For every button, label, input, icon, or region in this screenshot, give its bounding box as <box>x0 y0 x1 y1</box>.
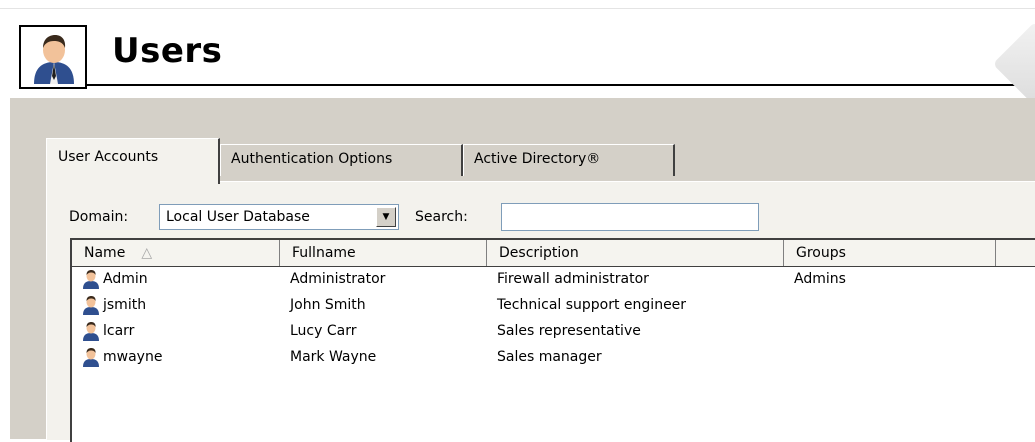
cell-fullname: John Smith <box>290 297 366 313</box>
tab-active-directory[interactable]: Active Directory® <box>463 144 675 176</box>
column-header-name[interactable]: Name △ <box>72 240 280 266</box>
cell-groups: Admins <box>794 271 846 287</box>
cell-fullname: Mark Wayne <box>290 349 377 365</box>
page-title: Users <box>112 31 223 71</box>
cell-description: Firewall administrator <box>497 271 649 287</box>
chevron-down-icon[interactable]: ▼ <box>376 207 396 227</box>
column-header-description[interactable]: Description <box>487 240 784 266</box>
tab-label: Authentication Options <box>231 151 393 167</box>
users-table: Name △ Fullname Description Groups Admin… <box>70 238 1035 442</box>
cell-description: Sales representative <box>497 323 641 339</box>
table-row[interactable]: Admin Administrator Firewall administrat… <box>72 267 1035 293</box>
user-icon <box>83 270 99 289</box>
tab-user-accounts[interactable]: User Accounts <box>46 138 220 184</box>
cell-name: mwayne <box>103 349 163 365</box>
table-header: Name △ Fullname Description Groups <box>72 240 1035 267</box>
column-header-extra[interactable] <box>996 240 1035 266</box>
search-input[interactable] <box>501 203 759 231</box>
cell-name: lcarr <box>103 323 135 339</box>
cell-name: Admin <box>103 271 148 287</box>
user-accounts-pane: Domain: Local User Database ▼ Search: Na… <box>46 181 1035 442</box>
table-row[interactable]: mwayne Mark Wayne Sales manager <box>72 345 1035 371</box>
domain-label: Domain: <box>69 209 129 225</box>
cell-description: Technical support engineer <box>497 297 687 313</box>
tab-label: Active Directory® <box>474 151 601 167</box>
cell-description: Sales manager <box>497 349 602 365</box>
corner-decoration <box>992 21 1035 107</box>
user-icon <box>83 296 99 315</box>
user-icon <box>83 322 99 341</box>
user-icon <box>34 35 74 84</box>
title-underline <box>87 84 1035 86</box>
user-icon <box>83 348 99 367</box>
domain-value: Local User Database <box>166 209 310 225</box>
table-row[interactable]: jsmith John Smith Technical support engi… <box>72 293 1035 319</box>
search-label: Search: <box>415 209 468 225</box>
column-header-groups[interactable]: Groups <box>784 240 996 266</box>
users-logo <box>19 25 87 89</box>
sort-ascending-icon: △ <box>141 245 153 261</box>
column-header-fullname[interactable]: Fullname <box>280 240 487 266</box>
cell-fullname: Administrator <box>290 271 386 287</box>
tab-label: User Accounts <box>58 149 159 165</box>
content-panel: User Accounts Authentication Options Act… <box>10 98 1035 442</box>
tab-authentication-options[interactable]: Authentication Options <box>220 144 463 176</box>
table-row[interactable]: lcarr Lucy Carr Sales representative <box>72 319 1035 345</box>
domain-select[interactable]: Local User Database ▼ <box>159 204 399 230</box>
top-divider <box>0 8 1035 9</box>
cell-fullname: Lucy Carr <box>290 323 357 339</box>
cell-name: jsmith <box>103 297 147 313</box>
